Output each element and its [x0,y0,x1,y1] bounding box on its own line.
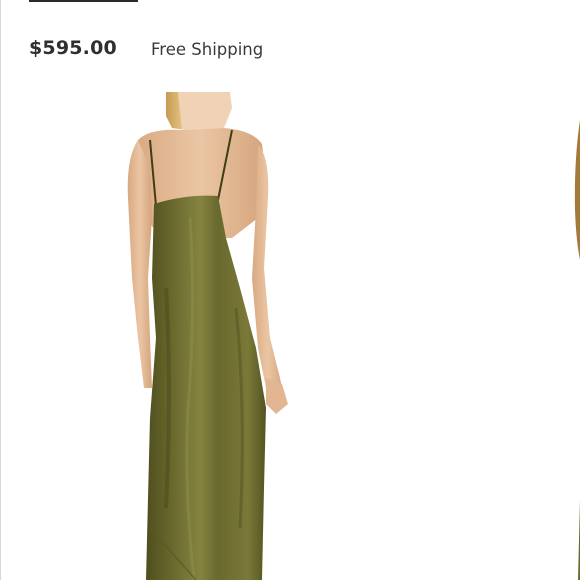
active-tab-indicator [29,0,138,2]
listing-page: $595.00 Free Shipping [0,0,580,580]
shipping-label: Free Shipping [151,40,264,59]
product-photo[interactable] [0,88,580,580]
dress [146,195,266,580]
left-arm [127,140,152,388]
neck [178,92,232,130]
next-photo-peek[interactable] [572,120,580,580]
listing-price: $595.00 [29,37,117,59]
right-hand [266,378,288,414]
